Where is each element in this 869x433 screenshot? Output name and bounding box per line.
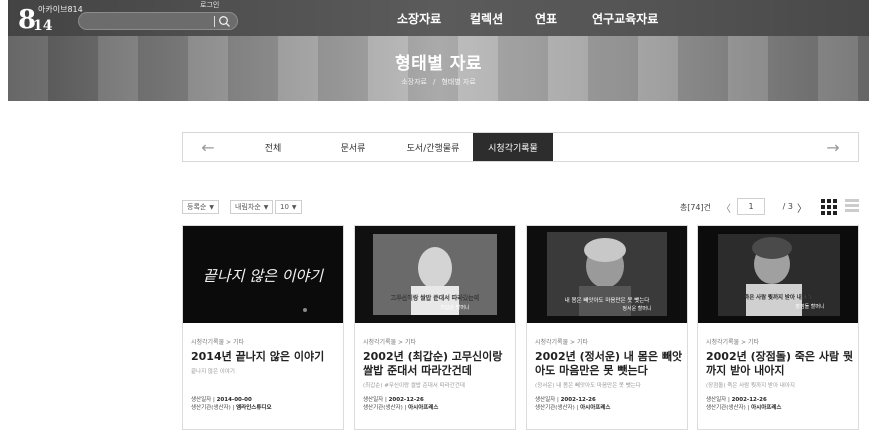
result-grid: 끝나지 않은 이야기 시청각기록물 > 기타 2014년 끝나지 않은 이야기 … bbox=[182, 225, 859, 430]
chevron-down-icon: ▼ bbox=[263, 204, 269, 211]
thumbnail-caption: 내 몸은 빼앗아도 마음만은 못 뺏는다 bbox=[565, 296, 650, 304]
card-producer: 생산기관(생산자) | 아시아프레스 bbox=[363, 405, 439, 411]
sort-select-value: 등록순 bbox=[187, 203, 207, 211]
thumbnail-name: 최갑순 할머니 bbox=[440, 304, 469, 311]
tab-documents[interactable]: 문서류 bbox=[313, 133, 393, 161]
result-card[interactable]: 고무신이랑 쌀밥 준대서 따라갔는데 최갑순 할머니 시청각기록물 > 기타 2… bbox=[354, 225, 516, 430]
list-view-icon[interactable] bbox=[845, 199, 859, 215]
list-toolbar: 등록순 ▼ 내림차순 ▼ 10 ▼ 총[74]건 〈 1 / 3 〉 bbox=[182, 198, 859, 216]
per-page-select[interactable]: 10 ▼ bbox=[275, 200, 302, 214]
card-subtitle: (최갑순) #무신이랑 쌀밥 준대서 따라간건데 bbox=[363, 383, 465, 389]
per-page-value: 10 bbox=[280, 203, 289, 211]
order-select-value: 내림차순 bbox=[235, 203, 261, 211]
video-thumbnail[interactable]: 죽은 사람 뭣까지 받아 내아지 장점돌 할머니 bbox=[698, 226, 858, 323]
card-category: 시청각기록물 > 기타 bbox=[191, 339, 245, 346]
chevron-down-icon: ▼ bbox=[209, 204, 214, 211]
video-thumbnail[interactable]: 끝나지 않은 이야기 bbox=[183, 226, 343, 323]
card-subtitle: 끝나지 않은 이야기 bbox=[191, 369, 235, 375]
tab-next-arrow[interactable]: → bbox=[808, 133, 858, 161]
card-category: 시청각기록물 > 기타 bbox=[363, 339, 417, 346]
pagination: 총[74]건 〈 1 / 3 〉 bbox=[659, 198, 859, 216]
video-thumbnail[interactable]: 고무신이랑 쌀밥 준대서 따라갔는데 최갑순 할머니 bbox=[355, 226, 515, 323]
card-title[interactable]: 2002년 (정서운) 내 몸은 빼앗아도 마음만은 못 뺏는다 bbox=[535, 350, 685, 378]
thumbnail-caption: 끝나지 않은 이야기 bbox=[203, 267, 324, 285]
nav-item-timeline[interactable]: 연표 bbox=[535, 10, 557, 27]
page-total: / 3 bbox=[782, 202, 793, 211]
card-subtitle: (정서운) 내 몸은 빼앗아도 마음만은 못 뺏는다 bbox=[535, 383, 641, 389]
video-thumbnail[interactable]: 내 몸은 빼앗아도 마음만은 못 뺏는다 정서운 할머니 bbox=[527, 226, 687, 323]
result-card[interactable]: 내 몸은 빼앗아도 마음만은 못 뺏는다 정서운 할머니 시청각기록물 > 기타… bbox=[526, 225, 688, 430]
card-date: 생산일자 | 2002-12-26 bbox=[706, 397, 767, 403]
card-date: 생산일자 | 2014-00-00 bbox=[191, 397, 252, 403]
card-subtitle: (장점돌) 죽은 사람 뭣까지 받아 내아지 bbox=[706, 383, 795, 389]
next-page-button[interactable]: 〉 bbox=[797, 200, 807, 215]
tab-audiovisual[interactable]: 시청각기록물 bbox=[473, 133, 553, 161]
thumbnail-image: 끝나지 않은 이야기 bbox=[183, 226, 343, 323]
page-title: 형태별 자료 bbox=[394, 54, 483, 74]
breadcrumb: 소장자료 / 형태별 자료 bbox=[8, 77, 869, 87]
breadcrumb-separator: / bbox=[432, 78, 436, 86]
grid-view-icon[interactable] bbox=[821, 199, 837, 215]
thumbnail-caption: 죽은 사람 뭣까지 받아 내아지 bbox=[744, 293, 812, 301]
card-title[interactable]: 2002년 (장점돌) 죽은 사람 뭣까지 받아 내아지 bbox=[706, 350, 856, 378]
thumbnail-name: 장점돌 할머니 bbox=[795, 303, 824, 310]
main-nav: 소장자료 컬렉션 연표 연구교육자료 bbox=[8, 10, 869, 30]
thumbnail-image: 고무신이랑 쌀밥 준대서 따라갔는데 최갑순 할머니 bbox=[355, 226, 515, 323]
result-card[interactable]: 죽은 사람 뭣까지 받아 내아지 장점돌 할머니 시청각기록물 > 기타 200… bbox=[697, 225, 859, 430]
card-producer: 생산기관(생산자) | 엠라인스튜디오 bbox=[191, 405, 272, 411]
sort-select[interactable]: 등록순 ▼ bbox=[182, 200, 219, 214]
card-category: 시청각기록물 > 기타 bbox=[535, 339, 589, 346]
hero-banner: 8 14 아카이브814 로그인 소장자료 컬렉션 연표 연구교육자료 형태별 … bbox=[8, 0, 869, 101]
card-title[interactable]: 2002년 (최갑순) 고무신이랑 쌀밥 준대서 따라간건데 bbox=[363, 350, 513, 378]
thumbnail-name: 정서운 할머니 bbox=[622, 305, 651, 312]
breadcrumb-item[interactable]: 소장자료 bbox=[401, 78, 427, 86]
card-producer: 생산기관(생산자) | 아시아프레스 bbox=[706, 405, 782, 411]
total-count: 총[74]건 bbox=[679, 203, 711, 212]
login-link[interactable]: 로그인 bbox=[200, 0, 219, 10]
card-date: 생산일자 | 2002-12-26 bbox=[535, 397, 596, 403]
nav-item-curation[interactable]: 컬렉션 bbox=[470, 10, 503, 27]
tab-prev-arrow[interactable]: ← bbox=[183, 133, 233, 161]
chevron-down-icon: ▼ bbox=[291, 204, 297, 211]
nav-item-research[interactable]: 연구교육자료 bbox=[592, 10, 658, 27]
prev-page-button[interactable]: 〈 bbox=[721, 200, 731, 215]
thumbnail-image: 죽은 사람 뭣까지 받아 내아지 장점돌 할머니 bbox=[698, 226, 858, 323]
tabs-spacer bbox=[553, 133, 808, 161]
tab-books[interactable]: 도서/간행물류 bbox=[393, 133, 473, 161]
page-number-input[interactable]: 1 bbox=[737, 198, 765, 215]
type-tabs: ← 전체 문서류 도서/간행물류 시청각기록물 → bbox=[182, 132, 859, 162]
card-title[interactable]: 2014년 끝나지 않은 이야기 bbox=[191, 350, 341, 364]
tab-all[interactable]: 전체 bbox=[233, 133, 313, 161]
thumbnail-image: 내 몸은 빼앗아도 마음만은 못 뺏는다 정서운 할머니 bbox=[527, 226, 687, 323]
order-select[interactable]: 내림차순 ▼ bbox=[230, 200, 274, 214]
nav-item-collection[interactable]: 소장자료 bbox=[397, 10, 441, 27]
breadcrumb-current: 형태별 자료 bbox=[441, 78, 476, 86]
result-card[interactable]: 끝나지 않은 이야기 시청각기록물 > 기타 2014년 끝나지 않은 이야기 … bbox=[182, 225, 344, 430]
card-date: 생산일자 | 2002-12-26 bbox=[363, 397, 424, 403]
card-category: 시청각기록물 > 기타 bbox=[706, 339, 760, 346]
thumbnail-caption: 고무신이랑 쌀밥 준대서 따라갔는데 bbox=[391, 294, 480, 302]
card-producer: 생산기관(생산자) | 아시아프레스 bbox=[535, 405, 611, 411]
